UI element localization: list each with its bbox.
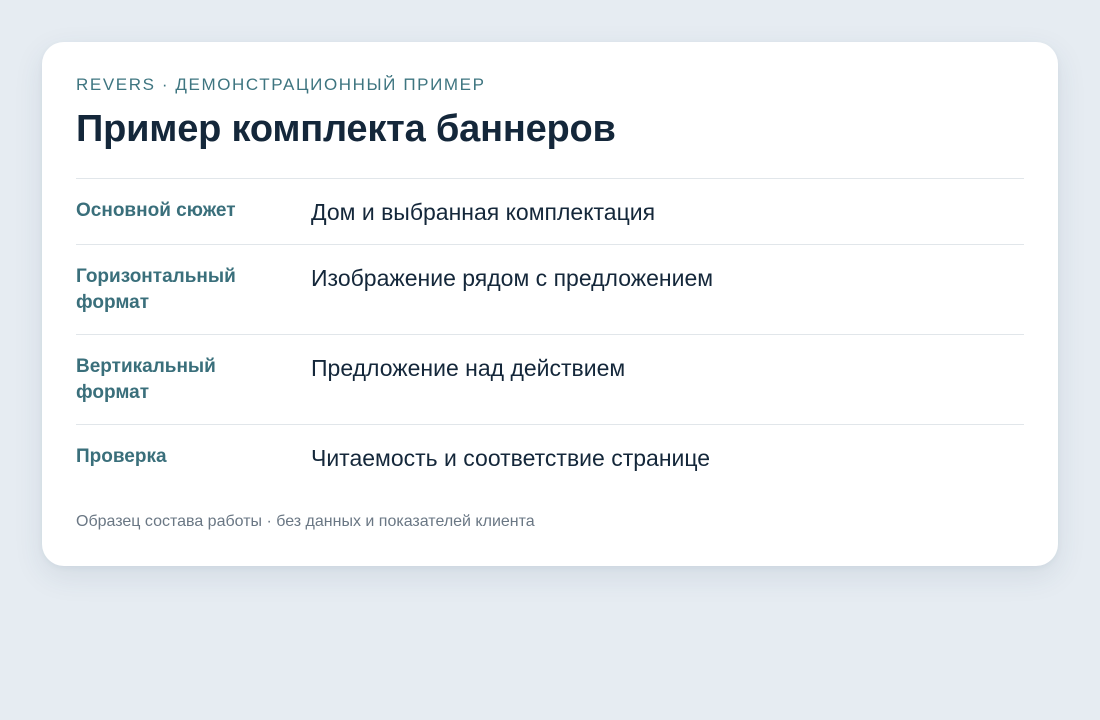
- spec-value: Предложение над действием: [311, 355, 626, 381]
- spec-label: Основной сюжет: [76, 200, 236, 221]
- footnote: Образец состава работы · без данных и по…: [76, 513, 535, 530]
- spec-row-vertical-format: Вертикальный формат Предложение над дейс…: [76, 335, 1024, 425]
- spec-value: Читаемость и соответствие странице: [311, 445, 711, 471]
- banner-kit-card: REVERS · ДЕМОНСТРАЦИОННЫЙ ПРИМЕР Пример …: [42, 42, 1058, 566]
- spec-label: Вертикальный формат: [76, 356, 216, 403]
- spec-row-check: Проверка Читаемость и соответствие стран…: [76, 425, 1024, 490]
- spec-label: Горизонтальный формат: [76, 266, 236, 313]
- page-title: Пример комплекта баннеров: [76, 108, 616, 150]
- eyebrow-caption: REVERS · ДЕМОНСТРАЦИОННЫЙ ПРИМЕР: [76, 75, 486, 94]
- spec-value: Дом и выбранная комплектация: [311, 199, 656, 225]
- spec-value: Изображение рядом с предложением: [311, 265, 714, 291]
- spec-label: Проверка: [76, 446, 167, 467]
- spec-list: Основной сюжет Дом и выбранная комплекта…: [76, 178, 1024, 490]
- spec-row-horizontal-format: Горизонтальный формат Изображение рядом …: [76, 245, 1024, 335]
- spec-row-main-subject: Основной сюжет Дом и выбранная комплекта…: [76, 179, 1024, 245]
